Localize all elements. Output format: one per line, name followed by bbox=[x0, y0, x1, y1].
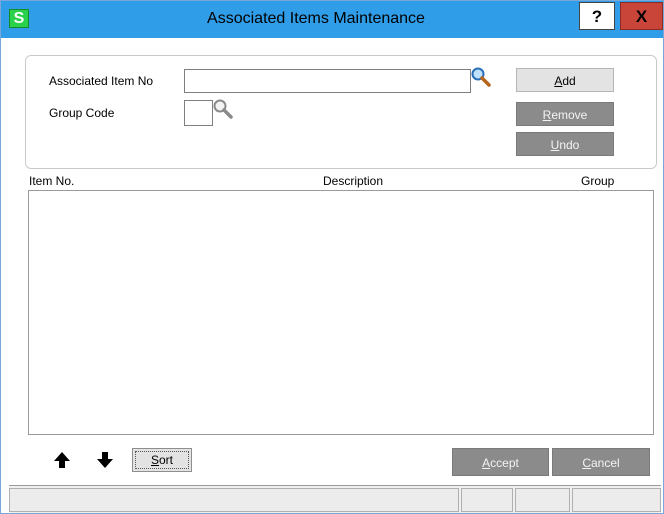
remove-hotkey: R bbox=[542, 108, 552, 122]
sort-button[interactable]: Sort bbox=[132, 448, 192, 472]
undo-hotkey: U bbox=[550, 138, 560, 152]
associated-item-no-input[interactable] bbox=[184, 69, 471, 93]
title-bar[interactable]: S Associated Items Maintenance ? X bbox=[1, 1, 663, 38]
column-header-group[interactable]: Group bbox=[581, 174, 614, 188]
sort-hotkey: S bbox=[150, 453, 159, 467]
group-lookup-magnifier-icon[interactable] bbox=[212, 98, 234, 120]
status-main bbox=[9, 488, 459, 512]
sort-label-rest: ort bbox=[159, 453, 174, 467]
remove-button[interactable]: Remove bbox=[516, 102, 614, 126]
app-icon: S bbox=[9, 9, 29, 28]
item-lookup-magnifier-icon[interactable] bbox=[470, 66, 492, 88]
status-cell-2 bbox=[515, 488, 570, 512]
associated-items-window: S Associated Items Maintenance ? X Assoc… bbox=[0, 0, 664, 514]
associated-items-grid[interactable] bbox=[28, 190, 654, 435]
status-cell-3 bbox=[572, 488, 661, 512]
cancel-hotkey: C bbox=[582, 456, 591, 470]
cancel-label-rest: ancel bbox=[590, 456, 620, 470]
add-label-rest: dd bbox=[562, 74, 576, 88]
accept-button[interactable]: Accept bbox=[452, 448, 549, 476]
arrow-down-icon[interactable] bbox=[96, 450, 114, 470]
group-code-label: Group Code bbox=[49, 106, 115, 120]
accept-label-rest: ccept bbox=[490, 456, 519, 470]
close-button[interactable]: X bbox=[620, 2, 663, 30]
arrow-up-icon[interactable] bbox=[53, 450, 71, 470]
status-bar bbox=[9, 485, 661, 513]
undo-label-rest: ndo bbox=[559, 138, 580, 152]
undo-button[interactable]: Undo bbox=[516, 132, 614, 156]
remove-label-rest: emove bbox=[551, 108, 588, 122]
accept-hotkey: A bbox=[482, 456, 491, 470]
status-cell-1 bbox=[461, 488, 513, 512]
window-title: Associated Items Maintenance bbox=[207, 10, 425, 27]
cancel-button[interactable]: Cancel bbox=[552, 448, 650, 476]
add-button[interactable]: Add bbox=[516, 68, 614, 92]
associated-item-no-label: Associated Item No bbox=[49, 74, 154, 88]
column-header-item-no[interactable]: Item No. bbox=[29, 174, 74, 188]
group-code-input[interactable] bbox=[184, 100, 213, 126]
column-header-description[interactable]: Description bbox=[323, 174, 383, 188]
help-button[interactable]: ? bbox=[579, 2, 615, 30]
